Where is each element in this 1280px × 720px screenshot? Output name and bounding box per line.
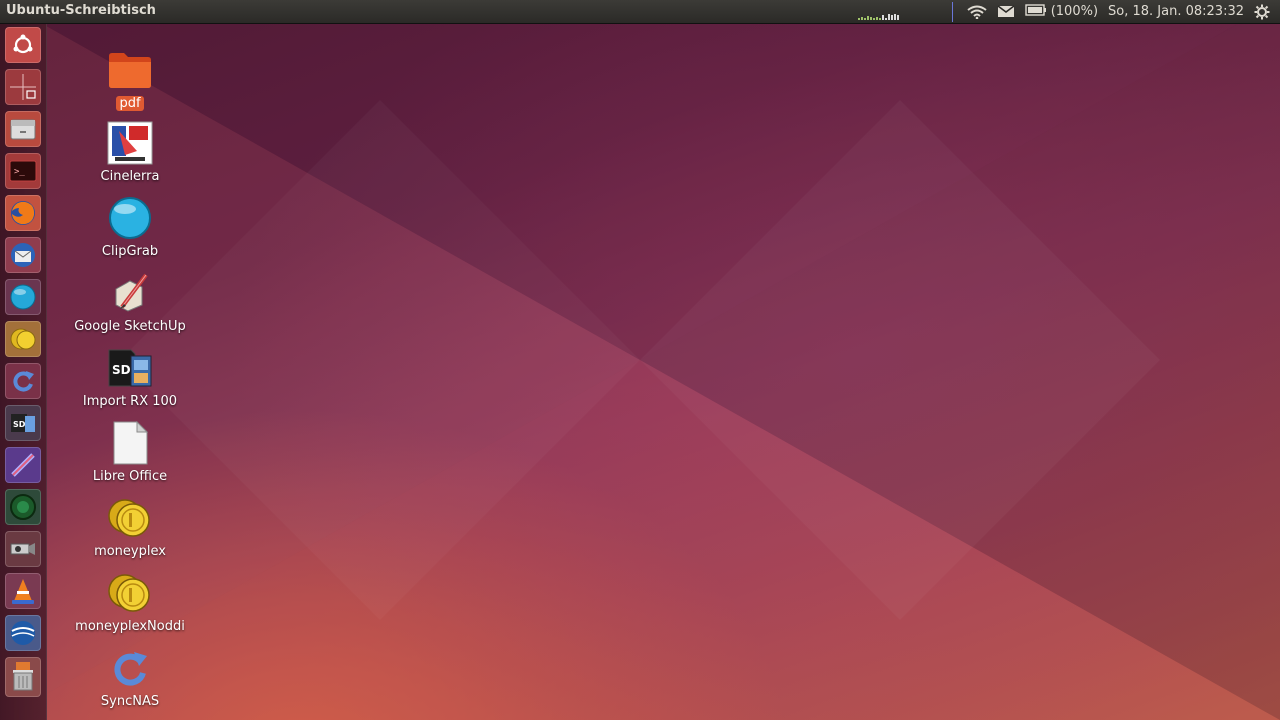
- google-earth-icon[interactable]: [5, 615, 41, 651]
- folder-icon: [106, 46, 154, 94]
- desktop-icon-label: Libre Office: [92, 469, 168, 484]
- desktop-icon-moneyplex[interactable]: moneyplex: [60, 494, 200, 559]
- document-icon: [106, 419, 154, 467]
- desktop-icon-label: pdf: [116, 96, 144, 111]
- desktop-icon-label: Import RX 100: [82, 394, 178, 409]
- trash-icon[interactable]: [5, 657, 41, 697]
- moneyplex-icon[interactable]: [5, 321, 41, 357]
- system-monitor-icon[interactable]: [857, 4, 938, 20]
- desktop-icon-label: moneyplexNoddi: [75, 619, 185, 634]
- camera-app-icon[interactable]: [5, 531, 41, 567]
- desktop-icon-cinelerra[interactable]: Cinelerra: [60, 119, 200, 184]
- vlc-icon[interactable]: [5, 573, 41, 609]
- svg-text:SD: SD: [112, 363, 131, 377]
- svg-text:>_: >_: [14, 167, 25, 177]
- desktop-icon-pdf[interactable]: pdf: [60, 46, 200, 111]
- battery-percent: (100%): [1050, 4, 1099, 19]
- desktop-icon-clipgrab[interactable]: ClipGrab: [60, 194, 200, 259]
- desktop-icon-moneyplexnoddi[interactable]: moneyplexNoddi: [60, 569, 200, 634]
- dash-home-icon[interactable]: [5, 27, 41, 63]
- terminal-icon[interactable]: >_: [5, 153, 41, 189]
- firefox-icon[interactable]: [5, 195, 41, 231]
- sd-card-icon: SD: [106, 344, 154, 392]
- desktop-icon-label: moneyplex: [94, 544, 166, 559]
- window-title: Ubuntu-Schreibtisch: [6, 3, 156, 18]
- cinelerra-icon: [106, 119, 154, 167]
- indicator-area: (100%) So, 18. Jan. 08:23:32: [857, 0, 1270, 23]
- syncnas-icon[interactable]: [5, 363, 41, 399]
- desktop-icon-label: SyncNAS: [100, 694, 160, 709]
- wifi-icon[interactable]: [967, 5, 987, 19]
- launcher: >_ SD: [0, 23, 47, 720]
- battery-indicator[interactable]: (100%): [1025, 3, 1099, 20]
- mail-icon[interactable]: [997, 5, 1015, 18]
- desktop-icon-google-sketchup[interactable]: Google SketchUp: [60, 269, 200, 334]
- thunderbird-icon[interactable]: [5, 237, 41, 273]
- sketchup-icon[interactable]: [5, 447, 41, 483]
- top-panel: Ubuntu-Schreibtisch (100%) So, 18. Jan. …: [0, 0, 1280, 23]
- globe-app-icon[interactable]: [5, 489, 41, 525]
- battery-icon: [1025, 3, 1047, 20]
- panel-separator: [951, 1, 953, 22]
- files-icon[interactable]: [5, 111, 41, 147]
- desktop-icon-label: Google SketchUp: [74, 319, 186, 334]
- desktop-icon-label: Cinelerra: [100, 169, 160, 184]
- workspace-switcher-icon[interactable]: [5, 69, 41, 105]
- desktop-icon-syncnas[interactable]: SyncNAS: [60, 644, 200, 709]
- svg-text:SD: SD: [13, 420, 26, 429]
- desktop-icon-import-rx100[interactable]: SD Import RX 100: [60, 344, 200, 409]
- coins-icon: [106, 569, 154, 617]
- desktop-icon-label: ClipGrab: [101, 244, 159, 259]
- gear-icon[interactable]: [1254, 4, 1270, 20]
- desktop-icon-libre-office[interactable]: Libre Office: [60, 419, 200, 484]
- clipgrab-icon[interactable]: [5, 279, 41, 315]
- desktop-screen: Ubuntu-Schreibtisch (100%) So, 18. Jan. …: [0, 0, 1280, 720]
- coins-icon: [106, 494, 154, 542]
- sync-icon: [106, 644, 154, 692]
- import-rx100-icon[interactable]: SD: [5, 405, 41, 441]
- sketchup-icon: [106, 269, 154, 317]
- clock[interactable]: So, 18. Jan. 08:23:32: [1108, 4, 1244, 19]
- clipgrab-icon: [106, 194, 154, 242]
